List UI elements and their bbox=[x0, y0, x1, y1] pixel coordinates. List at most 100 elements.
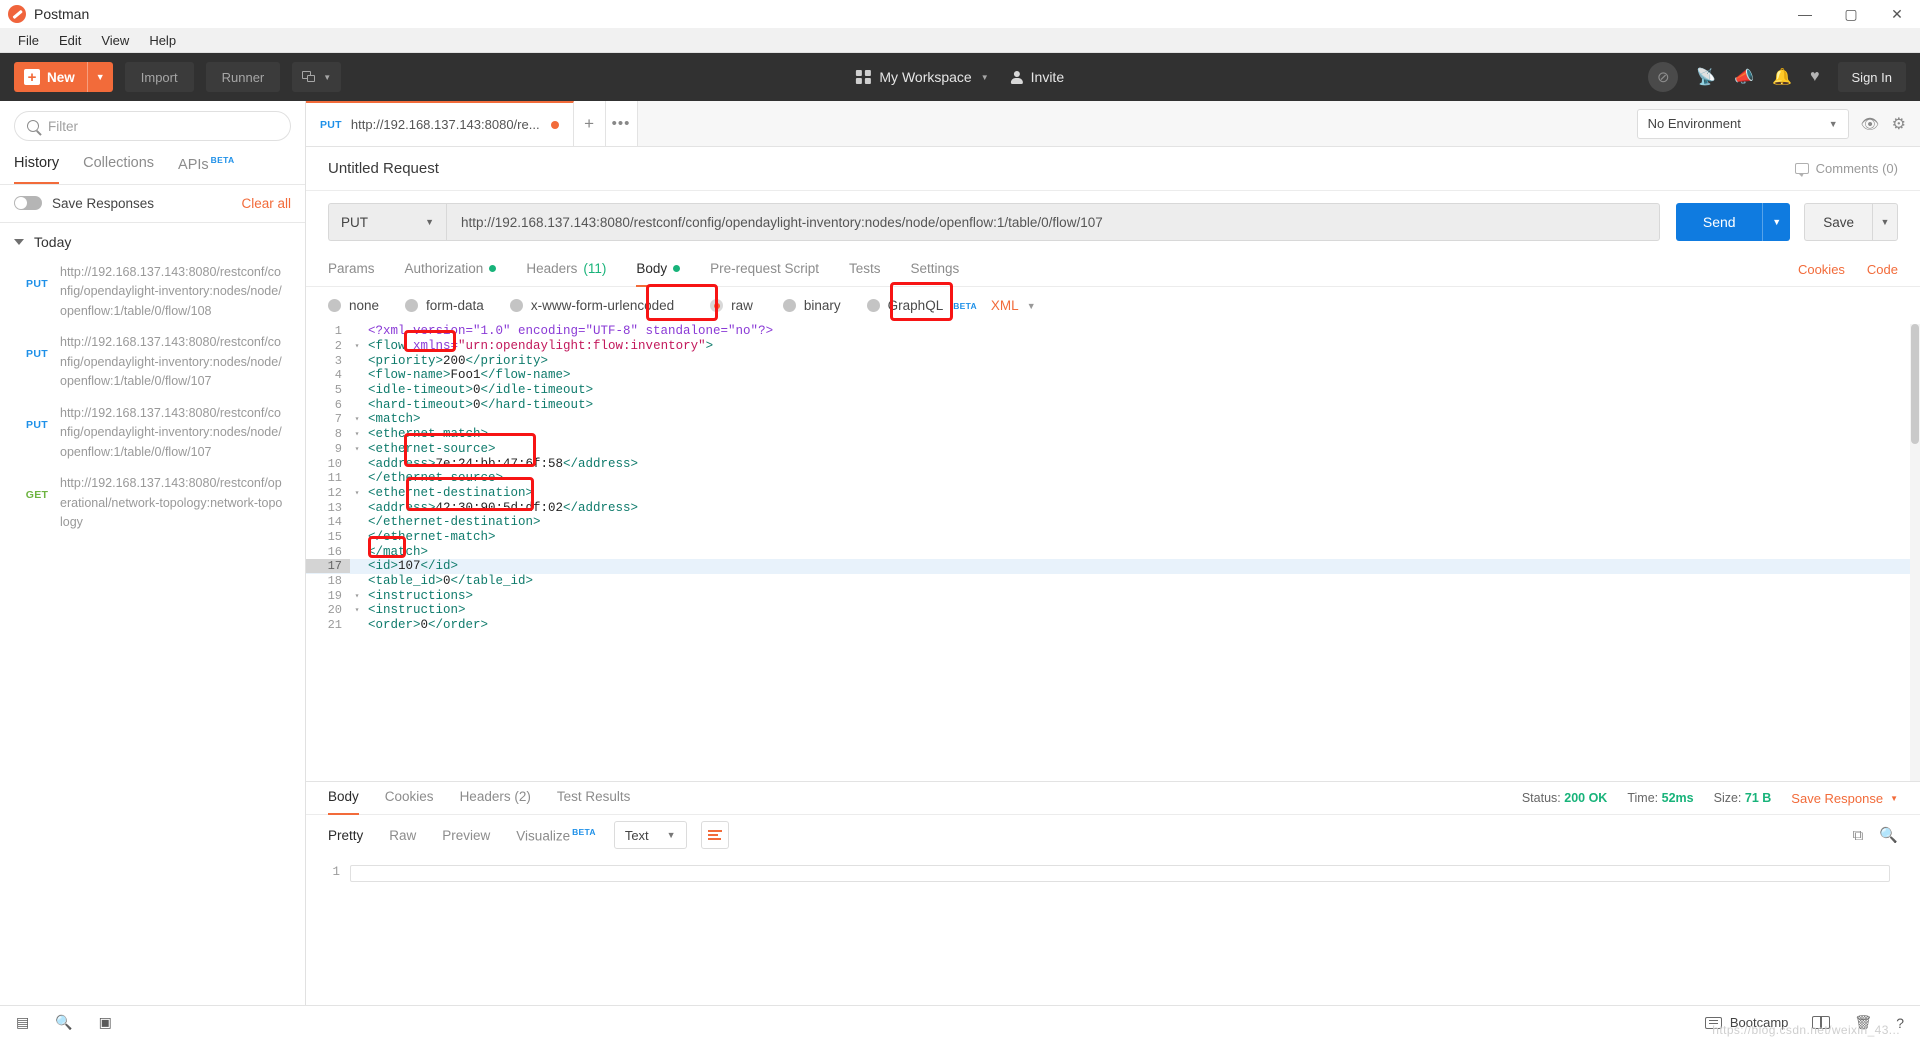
code-line[interactable]: 20 ▾ <instruction> bbox=[306, 603, 1920, 618]
save-dropdown-caret-icon[interactable]: ▼ bbox=[1872, 203, 1898, 241]
response-view-pretty[interactable]: Pretty bbox=[328, 828, 363, 843]
menu-help[interactable]: Help bbox=[139, 28, 186, 53]
tab-options-button[interactable]: ••• bbox=[605, 101, 638, 146]
code-line[interactable]: 9 ▾ <ethernet-source> bbox=[306, 442, 1920, 457]
response-tab-test-results[interactable]: Test Results bbox=[557, 782, 631, 815]
request-body-editor[interactable]: 1 <?xml version="1.0" encoding="UTF-8" st… bbox=[306, 324, 1920, 781]
clear-all-button[interactable]: Clear all bbox=[241, 196, 291, 211]
history-list[interactable]: PUT http://192.168.137.143:8080/restconf… bbox=[0, 257, 305, 1005]
code-line[interactable]: 1 <?xml version="1.0" encoding="UTF-8" st… bbox=[306, 324, 1920, 339]
code-line[interactable]: 10 <address>7e:24:bb:47:6f:58</address> bbox=[306, 456, 1920, 471]
body-option-urlencoded[interactable]: x-www-form-urlencoded bbox=[509, 298, 674, 313]
runner-button[interactable]: Runner bbox=[205, 62, 281, 92]
code-line[interactable]: 3 <priority>200</priority> bbox=[306, 353, 1920, 368]
list-item[interactable]: PUT http://192.168.137.143:8080/restconf… bbox=[0, 398, 305, 469]
code-line[interactable]: 4 <flow-name>Foo1</flow-name> bbox=[306, 368, 1920, 383]
word-wrap-button[interactable] bbox=[700, 821, 729, 849]
close-button[interactable]: ✕ bbox=[1874, 0, 1920, 28]
code-line[interactable]: 19 ▾ <instructions> bbox=[306, 588, 1920, 603]
import-button[interactable]: Import bbox=[124, 62, 194, 92]
sidebar-tab-apis[interactable]: APIs BETA bbox=[178, 147, 234, 184]
tab-params[interactable]: Params bbox=[328, 253, 375, 287]
copy-icon[interactable]: ⧉ bbox=[1853, 827, 1864, 844]
fold-toggle-icon[interactable]: ▾ bbox=[350, 429, 364, 439]
list-item[interactable]: PUT http://192.168.137.143:8080/restconf… bbox=[0, 257, 305, 328]
workspace-selector[interactable]: My Workspace ▼ bbox=[855, 69, 989, 85]
sidebar-tab-collections[interactable]: Collections bbox=[83, 147, 154, 184]
response-view-visualize[interactable]: Visualize BETA bbox=[516, 827, 596, 844]
tab-tests[interactable]: Tests bbox=[849, 253, 881, 287]
tab-headers[interactable]: Headers (11) bbox=[526, 253, 606, 287]
megaphone-icon[interactable]: 📣 bbox=[1734, 67, 1754, 87]
save-button[interactable]: Save bbox=[1804, 203, 1872, 241]
menu-file[interactable]: File bbox=[8, 28, 49, 53]
tab-request-1[interactable]: PUT http://192.168.137.143:8080/re... bbox=[306, 101, 574, 146]
response-view-raw[interactable]: Raw bbox=[389, 828, 416, 843]
history-group-header[interactable]: Today bbox=[0, 223, 305, 257]
code-line[interactable]: 13 <address>42:30:90:5d:df:02</address> bbox=[306, 500, 1920, 515]
code-line[interactable]: 21 <order>0</order> bbox=[306, 618, 1920, 633]
body-option-binary[interactable]: binary bbox=[782, 298, 841, 313]
url-input[interactable]: http://192.168.137.143:8080/restconf/con… bbox=[446, 203, 1661, 241]
tab-pre-request-script[interactable]: Pre-request Script bbox=[710, 253, 819, 287]
code-line[interactable]: 18 <table_id>0</table_id> bbox=[306, 574, 1920, 589]
method-select[interactable]: PUT ▼ bbox=[328, 203, 446, 241]
search-icon[interactable]: 🔍 bbox=[1879, 826, 1898, 844]
list-item[interactable]: PUT http://192.168.137.143:8080/restconf… bbox=[0, 327, 305, 398]
code-line[interactable]: 15 </ethernet-match> bbox=[306, 530, 1920, 545]
environment-select[interactable]: No Environment ▼ bbox=[1636, 108, 1849, 139]
list-item[interactable]: GET http://192.168.137.143:8080/restconf… bbox=[0, 468, 305, 539]
sync-off-icon[interactable]: ⊘ bbox=[1648, 62, 1679, 92]
response-view-preview[interactable]: Preview bbox=[442, 828, 490, 843]
response-body[interactable]: 1 bbox=[306, 855, 1920, 1005]
code-line[interactable]: 17 <id>107</id> bbox=[306, 559, 1920, 574]
send-dropdown-caret-icon[interactable]: ▼ bbox=[1762, 203, 1791, 241]
new-window-button[interactable]: ▼ bbox=[292, 62, 342, 92]
code-link[interactable]: Code bbox=[1867, 262, 1898, 277]
sidebar-tab-history[interactable]: History bbox=[14, 147, 60, 184]
code-line[interactable]: 8 ▾ <ethernet-match> bbox=[306, 427, 1920, 442]
filter-box[interactable] bbox=[14, 111, 291, 141]
satellite-icon[interactable]: 📡 bbox=[1696, 67, 1716, 87]
code-line[interactable]: 2 ▾ <flow xmlns="urn:opendaylight:flow:inv… bbox=[306, 339, 1920, 354]
fold-toggle-icon[interactable]: ▾ bbox=[350, 414, 364, 424]
body-option-raw[interactable]: raw bbox=[710, 298, 753, 313]
menu-view[interactable]: View bbox=[91, 28, 139, 53]
filter-input[interactable] bbox=[48, 118, 278, 134]
maximize-button[interactable]: ▢ bbox=[1828, 0, 1874, 28]
body-format-select[interactable]: XML ▼ bbox=[991, 298, 1036, 313]
response-tab-cookies[interactable]: Cookies bbox=[385, 782, 434, 815]
body-option-graphql[interactable]: GraphQL BETA bbox=[866, 298, 977, 313]
search-icon[interactable]: 🔍 bbox=[55, 1014, 72, 1031]
code-line[interactable]: 12 ▾ <ethernet-destination> bbox=[306, 486, 1920, 501]
sign-in-button[interactable]: Sign In bbox=[1837, 62, 1906, 92]
response-tab-body[interactable]: Body bbox=[328, 782, 359, 815]
body-option-none[interactable]: none bbox=[328, 298, 379, 313]
send-button[interactable]: Send bbox=[1676, 203, 1763, 241]
save-responses-toggle[interactable] bbox=[14, 196, 42, 211]
scroll-thumb[interactable] bbox=[1911, 324, 1919, 444]
code-line[interactable]: 6 <hard-timeout>0</hard-timeout> bbox=[306, 397, 1920, 412]
new-tab-button[interactable]: + bbox=[573, 101, 606, 146]
fold-toggle-icon[interactable]: ▾ bbox=[350, 591, 364, 601]
fold-toggle-icon[interactable]: ▾ bbox=[350, 444, 364, 454]
eye-icon[interactable]: 👁 bbox=[1861, 115, 1880, 133]
code-line[interactable]: 16 </match> bbox=[306, 544, 1920, 559]
code-line[interactable]: 11 </ethernet-source> bbox=[306, 471, 1920, 486]
new-dropdown-caret-icon[interactable]: ▼ bbox=[86, 62, 113, 92]
tab-authorization[interactable]: Authorization bbox=[405, 253, 497, 287]
gear-icon[interactable]: ⚙ bbox=[1892, 114, 1906, 134]
save-response-button[interactable]: Save Response ▼ bbox=[1791, 791, 1898, 806]
comments-button[interactable]: Comments (0) bbox=[1794, 161, 1898, 177]
tab-body[interactable]: Body bbox=[636, 253, 681, 287]
new-button[interactable]: + New ▼ bbox=[14, 62, 113, 92]
response-tab-headers[interactable]: Headers (2) bbox=[460, 782, 531, 815]
invite-button[interactable]: Invite bbox=[1010, 69, 1064, 85]
fold-toggle-icon[interactable]: ▾ bbox=[350, 605, 364, 615]
xml-code[interactable]: 1 <?xml version="1.0" encoding="UTF-8" st… bbox=[306, 324, 1920, 781]
sidebar-toggle-icon[interactable]: ▤ bbox=[16, 1014, 29, 1031]
code-line[interactable]: 7 ▾ <match> bbox=[306, 412, 1920, 427]
body-option-form-data[interactable]: form-data bbox=[405, 298, 484, 313]
fold-toggle-icon[interactable]: ▾ bbox=[350, 341, 364, 351]
console-icon[interactable]: ▣ bbox=[99, 1014, 112, 1031]
